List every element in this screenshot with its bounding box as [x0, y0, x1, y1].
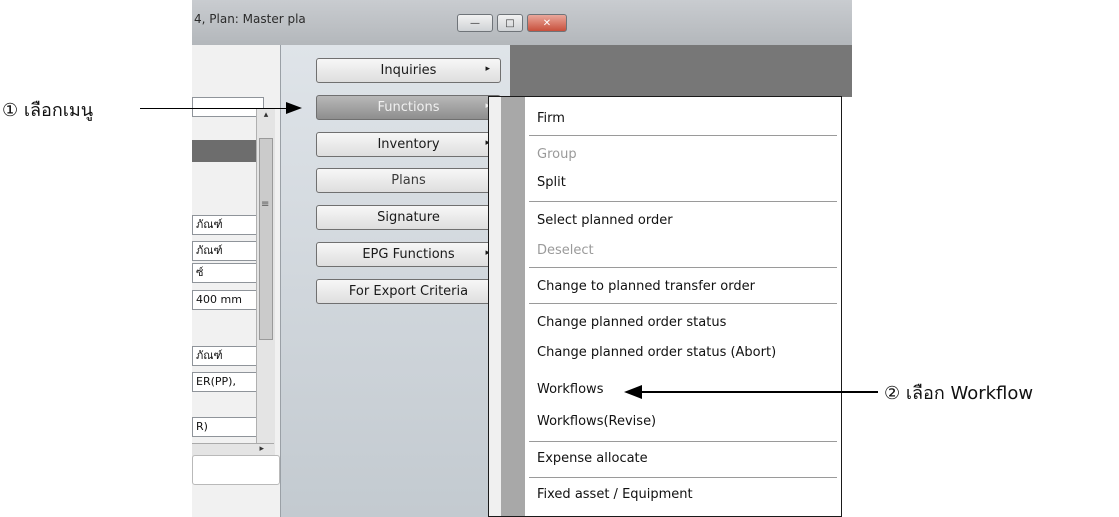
minimize-icon: —: [470, 17, 480, 29]
menu-separator: [529, 135, 837, 136]
inventory-button[interactable]: Inventory ▸: [316, 132, 501, 157]
grip-icon: ≡: [261, 199, 270, 210]
close-icon: ✕: [542, 17, 552, 29]
epg-functions-button[interactable]: EPG Functions ▸: [316, 242, 501, 267]
annotation-arrow-2-head: [624, 385, 642, 399]
title-bar: 4, Plan: Master pla — □ ✕: [192, 0, 852, 45]
annotation-step-1: ① เลือกเมนู: [2, 100, 94, 121]
scroll-up-icon[interactable]: ▴: [257, 110, 275, 122]
inquiries-label: Inquiries: [380, 63, 437, 78]
submenu-arrow-icon: ▸: [485, 64, 490, 74]
menu-item-select-planned-order[interactable]: Select planned order: [537, 213, 673, 228]
functions-submenu: Firm Group Split Select planned order De…: [488, 96, 842, 517]
annotation-arrow-1-line: [140, 108, 290, 109]
functions-label: Functions: [377, 100, 440, 115]
window-title: 4, Plan: Master pla: [194, 12, 306, 26]
scroll-right-icon[interactable]: ▸: [259, 444, 264, 454]
left-field-blank[interactable]: [192, 97, 264, 117]
left-panel-header-bar: [192, 140, 264, 162]
epg-functions-label: EPG Functions: [362, 247, 455, 262]
left-field-3[interactable]: ซ์: [192, 263, 264, 283]
annotation-step-2: ② เลือก Workflow: [884, 383, 1034, 404]
menu-item-change-to-planned-transfer-order[interactable]: Change to planned transfer order: [537, 279, 755, 294]
inventory-label: Inventory: [377, 137, 440, 152]
left-field-2[interactable]: ภัณฑ์: [192, 241, 264, 261]
signature-button[interactable]: Signature: [316, 205, 501, 230]
menu-separator: [529, 201, 837, 202]
left-field-1[interactable]: ภัณฑ์: [192, 215, 264, 235]
for-export-criteria-button[interactable]: For Export Criteria: [316, 279, 501, 304]
scroll-thumb[interactable]: ≡: [259, 138, 273, 340]
plans-button[interactable]: Plans: [316, 168, 501, 193]
for-export-criteria-label: For Export Criteria: [348, 284, 469, 299]
annotation-arrow-2-line: [640, 391, 878, 393]
menu-item-workflows[interactable]: Workflows: [537, 382, 603, 397]
menu-item-change-planned-order-status[interactable]: Change planned order status: [537, 315, 726, 330]
signature-label: Signature: [377, 210, 440, 225]
left-field-6[interactable]: ER(PP),: [192, 372, 264, 392]
plans-label: Plans: [391, 173, 426, 188]
menu-item-group[interactable]: Group: [537, 147, 577, 162]
annotation-arrow-1-head: [286, 102, 302, 114]
close-button[interactable]: ✕: [527, 14, 567, 32]
maximize-icon: □: [505, 17, 515, 29]
menu-item-deselect[interactable]: Deselect: [537, 243, 594, 258]
vertical-scrollbar[interactable]: ▴ ≡ ▾: [256, 108, 275, 480]
functions-button[interactable]: Functions ▸: [316, 95, 501, 120]
left-field-4[interactable]: 400 mm: [192, 290, 264, 310]
left-field-7[interactable]: R): [192, 417, 264, 437]
menu-item-expense-allocate[interactable]: Expense allocate: [537, 451, 648, 466]
menu-separator: [529, 441, 837, 442]
menu-gutter: [489, 97, 525, 516]
left-field-5[interactable]: ภัณฑ์: [192, 346, 264, 366]
left-bottom-box: [192, 455, 280, 485]
menu-separator: [529, 303, 837, 304]
menu-separator: [529, 477, 837, 478]
minimize-button[interactable]: —: [457, 14, 493, 32]
menu-separator: [529, 267, 837, 268]
menu-item-change-planned-order-status-abort[interactable]: Change planned order status (Abort): [537, 345, 776, 360]
maximize-button[interactable]: □: [497, 14, 523, 32]
menu-item-firm[interactable]: Firm: [537, 111, 565, 126]
left-form-panel: ภัณฑ์ ภัณฑ์ ซ์ 400 mm ภัณฑ์ ER(PP), R) ▴…: [192, 45, 281, 517]
menu-item-workflows-revise[interactable]: Workflows(Revise): [537, 414, 656, 429]
menu-item-split[interactable]: Split: [537, 175, 566, 190]
inquiries-button[interactable]: Inquiries ▸: [316, 58, 501, 83]
menu-item-fixed-asset-equipment[interactable]: Fixed asset / Equipment: [537, 487, 693, 502]
background-dark-area: [510, 45, 852, 97]
